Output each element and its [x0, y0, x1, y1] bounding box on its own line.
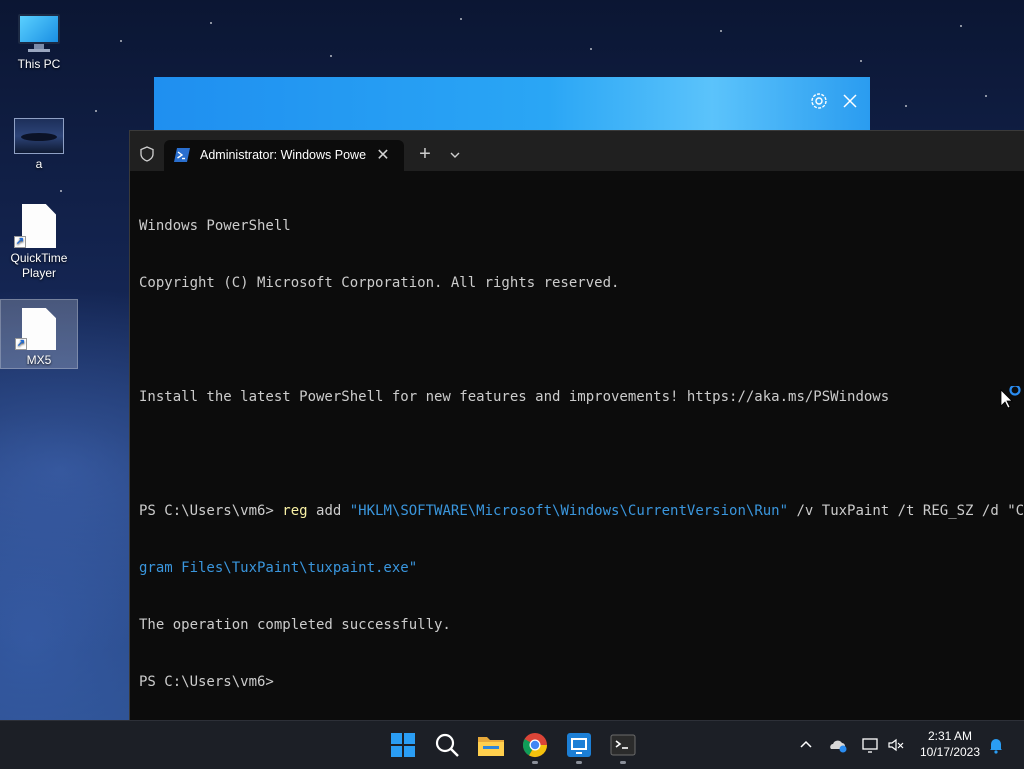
file-shortcut-icon [22, 204, 56, 248]
running-indicator [532, 761, 538, 764]
console-line: Copyright (C) Microsoft Corporation. All… [139, 275, 620, 291]
star [590, 48, 592, 50]
shortcut-arrow-icon: ↗ [14, 236, 26, 248]
start-icon[interactable] [387, 729, 419, 761]
star [95, 110, 97, 112]
desktop-icon-label: a [35, 157, 43, 171]
command-registry-key: "HKLM\SOFTWARE\Microsoft\Windows\Current… [349, 503, 789, 519]
desktop-icon-label: MX5 [26, 353, 52, 367]
tab-powershell[interactable]: Administrator: Windows PowerShell ✕ [164, 140, 404, 171]
shortcut-arrow-icon: ↗ [15, 338, 27, 350]
console-output[interactable]: Windows PowerShell Copyright (C) Microso… [139, 179, 1024, 709]
volume-muted-icon[interactable] [886, 735, 906, 755]
new-tab-button[interactable]: + [414, 144, 436, 166]
star [985, 95, 987, 97]
clock-time: 2:31 AM [927, 729, 973, 743]
desktop-icon-quicktime-player[interactable]: ↗ QuickTime Player [0, 196, 78, 288]
notification-banner [154, 77, 870, 131]
star [210, 22, 212, 24]
star [330, 55, 332, 57]
file-explorer-icon[interactable] [475, 729, 507, 761]
running-indicator [620, 761, 626, 764]
close-icon[interactable] [839, 91, 861, 113]
gear-icon[interactable] [808, 91, 830, 113]
star [905, 105, 907, 107]
file-shortcut-icon [22, 308, 56, 350]
console-line: Windows PowerShell [139, 218, 291, 234]
this-pc-icon [18, 12, 60, 54]
desktop-background: This PC a ↗ QuickTime Player ↗ MX5 Admin… [0, 0, 1024, 720]
tab-bar: Administrator: Windows PowerShell ✕ + [130, 131, 1024, 171]
mouse-cursor-busy-icon [1000, 384, 1021, 409]
desktop-icon-mx5[interactable]: ↗ MX5 [0, 299, 78, 369]
star [460, 18, 462, 20]
star [960, 25, 962, 27]
command-name: reg [282, 503, 308, 519]
desktop-icon-label: QuickTime Player [10, 251, 68, 280]
console-command-line: PS C:\Users\vm6> reg add "HKLM\SOFTWARE\… [139, 502, 1024, 521]
command-subcommand: add [307, 503, 350, 519]
chevron-down-icon[interactable] [444, 144, 466, 166]
star [60, 190, 62, 192]
taskbar: 2:31 AM 10/17/2023 [0, 720, 1024, 769]
notification-bell-icon[interactable] [986, 735, 1006, 755]
console-command-continuation: gram Files\TuxPaint\tuxpaint.exe" [139, 560, 418, 576]
clock-date: 10/17/2023 [919, 745, 981, 759]
chrome-icon[interactable] [519, 729, 551, 761]
command-arguments: /v TuxPaint /t REG_SZ /d "C:\Pro [796, 503, 1024, 519]
clock[interactable]: 2:31 AM 10/17/2023 [914, 728, 986, 762]
console-prompt-line: PS C:\Users\vm6> [139, 674, 274, 690]
desktop-icon-a[interactable]: a [0, 108, 78, 178]
desktop-icon-label: This PC [17, 57, 61, 71]
terminal-icon[interactable] [607, 729, 639, 761]
onedrive-icon[interactable] [828, 735, 848, 755]
network-icon[interactable] [860, 735, 880, 755]
prompt: PS C:\Users\vm6> [139, 503, 283, 519]
star [720, 30, 722, 32]
console-line: The operation completed successfully. [139, 617, 451, 633]
chevron-up-icon[interactable] [796, 735, 816, 755]
shield-icon[interactable] [136, 143, 158, 165]
remote-desktop-icon[interactable] [563, 729, 595, 761]
image-file-icon [14, 118, 64, 154]
tab-close-icon[interactable]: ✕ [372, 145, 394, 167]
powershell-icon [174, 148, 190, 162]
star [860, 60, 862, 62]
desktop-icon-this-pc[interactable]: This PC [0, 2, 78, 78]
console-line: Install the latest PowerShell for new fe… [139, 389, 890, 405]
search-icon[interactable] [431, 729, 463, 761]
windows-terminal-window[interactable]: Administrator: Windows PowerShell ✕ + Wi… [129, 130, 1024, 720]
tab-title: Administrator: Windows PowerShell [200, 148, 366, 162]
star [120, 40, 122, 42]
running-indicator [576, 761, 582, 764]
